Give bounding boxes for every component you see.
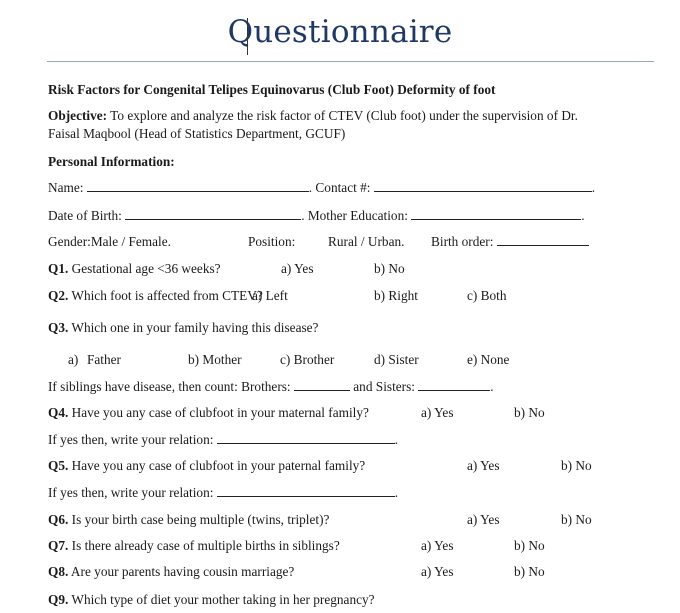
q2-option-a[interactable]: a) Left [252, 288, 288, 304]
q3-number: Q3. [48, 320, 69, 335]
objective-line-2: Faisal Maqbool (Head of Statistics Depar… [48, 126, 345, 142]
q1-option-a[interactable]: a) Yes [281, 261, 314, 277]
q3-option-d[interactable]: d) Sister [374, 352, 419, 368]
period: . [490, 379, 494, 394]
title-block: Questionnaire [0, 14, 680, 50]
siblings-sisters-label: and Sisters: [353, 379, 415, 394]
q6-option-b[interactable]: b) No [561, 512, 592, 528]
q2-option-b[interactable]: b) Right [374, 288, 418, 304]
q4-option-b[interactable]: b) No [514, 405, 545, 421]
q8-number: Q8. [48, 564, 69, 579]
q5-option-a[interactable]: a) Yes [467, 458, 500, 474]
q3-option-b[interactable]: b) Mother [188, 352, 242, 368]
title-divider [47, 61, 654, 62]
q5-text: Have you any case of clubfoot in your pa… [68, 458, 366, 473]
q8-option-b[interactable]: b) No [514, 564, 545, 580]
period: . [591, 180, 596, 195]
period: . [394, 432, 399, 447]
q2-text: Which foot is affected from CTEV? [68, 288, 263, 303]
document-title: Questionnaire [227, 14, 453, 50]
q4-option-a[interactable]: a) Yes [421, 405, 454, 421]
birth-order-label: Birth order: [431, 234, 494, 249]
contact-label: . Contact #: [308, 180, 371, 195]
dob-field[interactable] [125, 208, 302, 220]
paternal-relation-field[interactable] [216, 485, 395, 497]
objective-text: To explore and analyze the risk factor o… [107, 108, 578, 123]
paternal-relation-label: If yes then, write your relation: [48, 485, 214, 500]
q6-number: Q6. [48, 512, 69, 527]
siblings-row: If siblings have disease, then count: Br… [48, 379, 494, 395]
mother-education-label: . Mother Education: [301, 208, 408, 223]
q7-option-b[interactable]: b) No [514, 538, 545, 554]
q4-text: Have you any case of clubfoot in your ma… [68, 405, 369, 420]
dob-label: Date of Birth: [48, 208, 122, 223]
q6-question: Q6. Is your birth case being multiple (t… [48, 512, 329, 528]
subtitle: Risk Factors for Congenital Telipes Equi… [48, 82, 495, 98]
q4-number: Q4. [48, 405, 69, 420]
q9-question: Q9. Which type of diet your mother takin… [48, 592, 375, 608]
q3-text: Which one in your family having this dis… [68, 320, 319, 335]
name-label: Name: [48, 180, 84, 195]
q1-question: Q1. Gestational age <36 weeks? [48, 261, 221, 277]
objective-label: Objective: [48, 108, 108, 123]
mother-education-field[interactable] [411, 208, 582, 220]
q3-option-e[interactable]: e) None [467, 352, 509, 368]
objective-line-1: Objective: To explore and analyze the ri… [48, 108, 578, 124]
q2-question: Q2. Which foot is affected from CTEV? [48, 288, 263, 304]
q1-text: Gestational age <36 weeks? [68, 261, 221, 276]
name-row: Name: . Contact #: . [48, 180, 595, 196]
q2-number: Q2. [48, 288, 69, 303]
q5-question: Q5. Have you any case of clubfoot in you… [48, 458, 365, 474]
text-cursor [247, 18, 248, 55]
q3-question: Q3. Which one in your family having this… [48, 320, 318, 336]
personal-info-heading: Personal Information: [48, 154, 175, 170]
q6-text: Is your birth case being multiple (twins… [68, 512, 330, 527]
position-options[interactable]: Rural / Urban. [328, 234, 404, 250]
subtitle-text: Risk Factors for Congenital Telipes Equi… [48, 82, 496, 97]
q8-option-a[interactable]: a) Yes [421, 564, 454, 580]
q1-option-b[interactable]: b) No [374, 261, 405, 277]
maternal-relation-field[interactable] [216, 432, 395, 444]
q7-question: Q7. Is there already case of multiple bi… [48, 538, 340, 554]
name-field[interactable] [86, 180, 309, 192]
q3-option-a-marker: a) [68, 352, 79, 367]
sisters-count-field[interactable] [418, 379, 491, 391]
dob-row: Date of Birth: . Mother Education: . [48, 208, 585, 224]
q7-text: Is there already case of multiple births… [68, 538, 340, 553]
q9-text: Which type of diet your mother taking in… [68, 592, 375, 607]
q3-option-a[interactable]: Father [87, 352, 121, 368]
birth-order-field[interactable] [496, 234, 589, 246]
q5-option-b[interactable]: b) No [561, 458, 592, 474]
q3-option-c[interactable]: c) Brother [280, 352, 334, 368]
gender-options[interactable]: Gender:Male / Female. [48, 234, 171, 250]
q8-question: Q8. Are your parents having cousin marri… [48, 564, 294, 580]
q6-option-a[interactable]: a) Yes [467, 512, 500, 528]
position-label: Position: [248, 234, 296, 249]
q7-number: Q7. [48, 538, 69, 553]
q5-number: Q5. [48, 458, 69, 473]
period: . [394, 485, 399, 500]
q8-text: Are your parents having cousin marriage? [68, 564, 295, 579]
maternal-relation-row: If yes then, write your relation: . [48, 432, 398, 448]
q4-question: Q4. Have you any case of clubfoot in you… [48, 405, 369, 421]
maternal-relation-label: If yes then, write your relation: [48, 432, 214, 447]
objective-text-2: Faisal Maqbool (Head of Statistics Depar… [48, 126, 346, 141]
paternal-relation-row: If yes then, write your relation: . [48, 485, 398, 501]
siblings-brothers-label: If siblings have disease, then count: Br… [48, 379, 291, 394]
brothers-count-field[interactable] [293, 379, 350, 391]
contact-field[interactable] [373, 180, 592, 192]
q9-number: Q9. [48, 592, 69, 607]
personal-heading-text: Personal Information: [48, 154, 175, 169]
period: . [581, 208, 585, 223]
birth-order-row: Birth order: [431, 234, 589, 250]
q7-option-a[interactable]: a) Yes [421, 538, 454, 554]
q2-option-c[interactable]: c) Both [467, 288, 507, 304]
q1-number: Q1. [48, 261, 69, 276]
